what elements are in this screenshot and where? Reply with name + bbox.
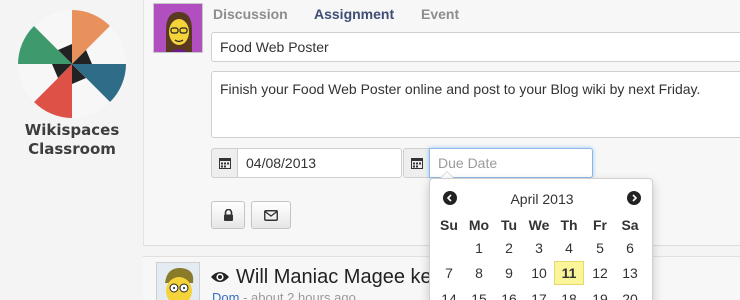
calendar-day[interactable]: 12 xyxy=(585,261,615,285)
tab-assignment[interactable]: Assignment xyxy=(314,6,394,22)
calendar-day[interactable]: 13 xyxy=(615,261,645,285)
tab-discussion[interactable]: Discussion xyxy=(213,6,288,22)
post-author-avatar[interactable] xyxy=(156,262,200,300)
calendar-day[interactable]: 17 xyxy=(524,287,554,300)
calendar-day[interactable]: 19 xyxy=(585,287,615,300)
calendar-day[interactable]: 20 xyxy=(615,287,645,300)
post-author-link[interactable]: Dom xyxy=(212,290,239,300)
due-date-group: Due Date xyxy=(403,148,593,178)
brand-line-2: Classroom xyxy=(28,140,116,158)
calendar-icon[interactable] xyxy=(403,148,430,178)
weekday-header: Th xyxy=(560,217,578,233)
start-date-group: 04/08/2013 xyxy=(211,148,402,178)
calendar-day[interactable]: 5 xyxy=(585,236,615,260)
calendar-day[interactable]: 6 xyxy=(615,236,645,260)
post-timestamp: - about 2 hours ago xyxy=(239,290,356,300)
brand-name: Wikispaces Classroom xyxy=(20,121,124,159)
calendar-icon[interactable] xyxy=(211,148,238,178)
chevron-left-icon[interactable] xyxy=(443,191,457,205)
assignment-body-textarea[interactable]: Finish your Food Web Poster online and p… xyxy=(211,71,740,138)
assignment-title-input[interactable]: Food Web Poster xyxy=(211,32,740,62)
weekday-header: Sa xyxy=(621,217,639,233)
calendar-day[interactable]: 7 xyxy=(434,261,464,285)
sidebar: Wikispaces Classroom xyxy=(0,0,142,300)
post-title[interactable]: Will Maniac Magee kee xyxy=(236,266,443,289)
calendar-day[interactable]: 2 xyxy=(494,236,524,260)
datepicker-month-label: April 2013 xyxy=(510,191,574,207)
weekday-header: Fr xyxy=(593,217,607,233)
avatar-image xyxy=(157,263,199,300)
calendar-day[interactable]: 18 xyxy=(554,287,584,300)
calendar-day-today[interactable]: 11 xyxy=(554,261,584,285)
lock-button[interactable] xyxy=(211,201,245,229)
avatar-image xyxy=(154,4,202,52)
weekday-header: Mo xyxy=(468,217,490,233)
weekday-header: Tu xyxy=(500,217,518,233)
user-avatar[interactable] xyxy=(153,3,203,53)
wikispaces-logo[interactable] xyxy=(18,10,126,118)
calendar-day[interactable]: 15 xyxy=(464,287,494,300)
calendar-day[interactable]: 14 xyxy=(434,287,464,300)
eye-icon xyxy=(211,272,229,282)
email-button[interactable] xyxy=(251,201,291,229)
weekday-header: We xyxy=(528,217,550,233)
envelope-icon xyxy=(264,209,278,221)
tab-event[interactable]: Event xyxy=(421,6,459,22)
chevron-right-icon[interactable] xyxy=(627,191,641,205)
calendar-day[interactable]: 3 xyxy=(524,236,554,260)
calendar-day[interactable]: 10 xyxy=(524,261,554,285)
calendar-day[interactable]: 9 xyxy=(494,261,524,285)
lock-icon xyxy=(223,209,233,221)
calendar-day[interactable]: 16 xyxy=(494,287,524,300)
weekday-header: Su xyxy=(440,217,458,233)
datepicker: April 2013 Su Mo Tu We Th Fr Sa 1 2 3 4 5 6 7 8 9 10 11 1… xyxy=(429,178,653,300)
calendar-day[interactable]: 8 xyxy=(464,261,494,285)
start-date-input[interactable]: 04/08/2013 xyxy=(237,148,402,178)
calendar-day[interactable]: 4 xyxy=(554,236,584,260)
brand-line-1: Wikispaces xyxy=(24,121,120,139)
calendar-day[interactable]: 1 xyxy=(464,236,494,260)
post-meta: Dom - about 2 hours ago xyxy=(212,290,356,300)
